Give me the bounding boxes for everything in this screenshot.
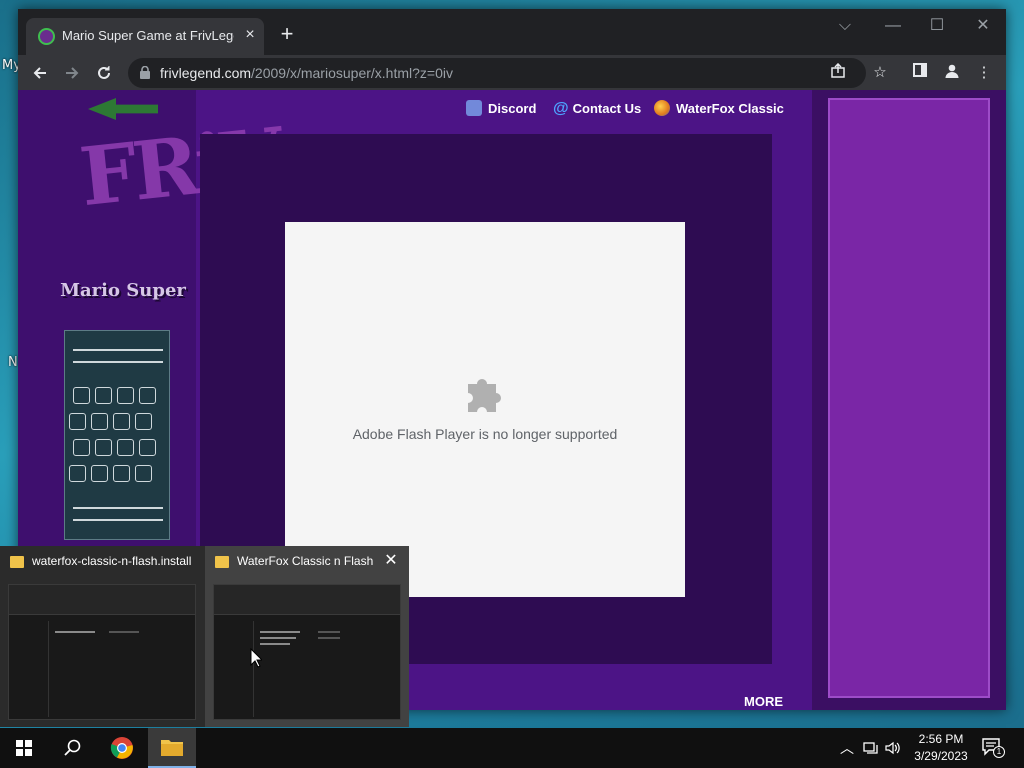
tab-favicon-icon [38, 28, 55, 45]
nav-discord-link[interactable]: Discord [466, 100, 536, 116]
start-button[interactable] [0, 728, 48, 768]
taskbar-clock[interactable]: 2:56 PM 3/29/2023 [906, 731, 976, 765]
lock-icon[interactable] [140, 65, 150, 79]
tab-close-icon[interactable]: × [242, 26, 258, 44]
nav-contact-link[interactable]: @ Contact Us [553, 100, 641, 117]
taskbar-thumbnail-popup: waterfox-classic-n-flash.install WaterFo… [0, 546, 409, 727]
puzzle-icon [464, 372, 506, 414]
thumbnail-window-2[interactable]: WaterFox Classic n Flash ✕ [205, 546, 409, 727]
windows-taskbar: ︿ 2:56 PM 3/29/2023 1 [0, 728, 1024, 768]
minimize-button[interactable]: — [878, 15, 908, 37]
taskbar-file-explorer[interactable] [148, 728, 196, 768]
windows-icon [16, 740, 32, 756]
clock-time: 2:56 PM [918, 732, 964, 746]
right-sidebar [812, 90, 1006, 710]
flash-player-placeholder[interactable]: Adobe Flash Player is no longer supporte… [285, 222, 685, 597]
thumbnail-title: WaterFox Classic n Flash [237, 554, 374, 568]
thumbnail-preview [213, 584, 401, 720]
folder-icon [10, 556, 24, 568]
tab-mario-super[interactable]: Mario Super Game at FrivLegend × [26, 18, 264, 55]
thumbnail-window-1[interactable]: waterfox-classic-n-flash.install [0, 546, 204, 727]
thumbnail-close-icon[interactable]: ✕ [381, 551, 401, 571]
discord-icon [466, 100, 482, 116]
nav-waterfox-link[interactable]: WaterFox Classic [654, 100, 784, 116]
folder-icon [215, 556, 229, 568]
new-tab-button[interactable]: + [276, 23, 298, 46]
flash-unsupported-message: Adobe Flash Player is no longer supporte… [352, 426, 618, 442]
forward-icon[interactable] [59, 60, 85, 86]
desktop-label-n: N [8, 355, 18, 370]
notification-center-icon[interactable]: 1 [982, 738, 1005, 758]
sidepanel-icon[interactable] [910, 63, 930, 83]
volume-icon[interactable] [884, 738, 902, 758]
tray-overflow-icon[interactable]: ︿ [838, 738, 856, 758]
tab-title: Mario Super Game at FrivLegend [62, 28, 234, 43]
mouse-cursor-icon [250, 648, 262, 668]
at-sign-icon: @ [553, 100, 569, 117]
star-icon[interactable]: ☆ [870, 63, 890, 83]
game-name-logo: Mario Super [60, 280, 186, 301]
thumbnail-preview [8, 584, 196, 720]
back-arrow-icon[interactable] [88, 98, 158, 120]
share-icon[interactable] [828, 62, 848, 83]
tab-strip: Mario Super Game at FrivLegend × + ⌵ — ☐… [18, 9, 1006, 55]
keyboard-icon [64, 330, 170, 540]
address-bar[interactable]: frivlegend.com/2009/x/mariosuper/x.html?… [128, 58, 866, 88]
reload-icon[interactable] [91, 60, 117, 86]
clock-date: 3/29/2023 [914, 749, 968, 763]
profile-icon[interactable] [942, 63, 962, 83]
ad-panel [828, 98, 990, 698]
tab-search-dropdown-icon[interactable]: ⌵ [830, 15, 860, 37]
more-link[interactable]: MORE [744, 694, 783, 709]
menu-icon[interactable]: ⋮ [974, 63, 994, 83]
thumbnail-title: waterfox-classic-n-flash.install [32, 554, 192, 568]
waterfox-icon [654, 100, 670, 116]
taskbar-search-button[interactable] [48, 728, 96, 768]
network-icon[interactable] [862, 738, 880, 758]
url-text[interactable]: frivlegend.com/2009/x/mariosuper/x.html?… [160, 65, 453, 81]
search-icon [64, 739, 81, 756]
folder-icon [161, 740, 183, 756]
maximize-button[interactable]: ☐ [922, 15, 952, 37]
notification-count: 1 [993, 746, 1005, 758]
back-icon[interactable] [27, 60, 53, 86]
close-window-button[interactable]: ✕ [968, 15, 998, 37]
browser-toolbar: frivlegend.com/2009/x/mariosuper/x.html?… [18, 55, 1006, 90]
taskbar-chrome[interactable] [98, 728, 146, 768]
chrome-icon [110, 737, 133, 759]
